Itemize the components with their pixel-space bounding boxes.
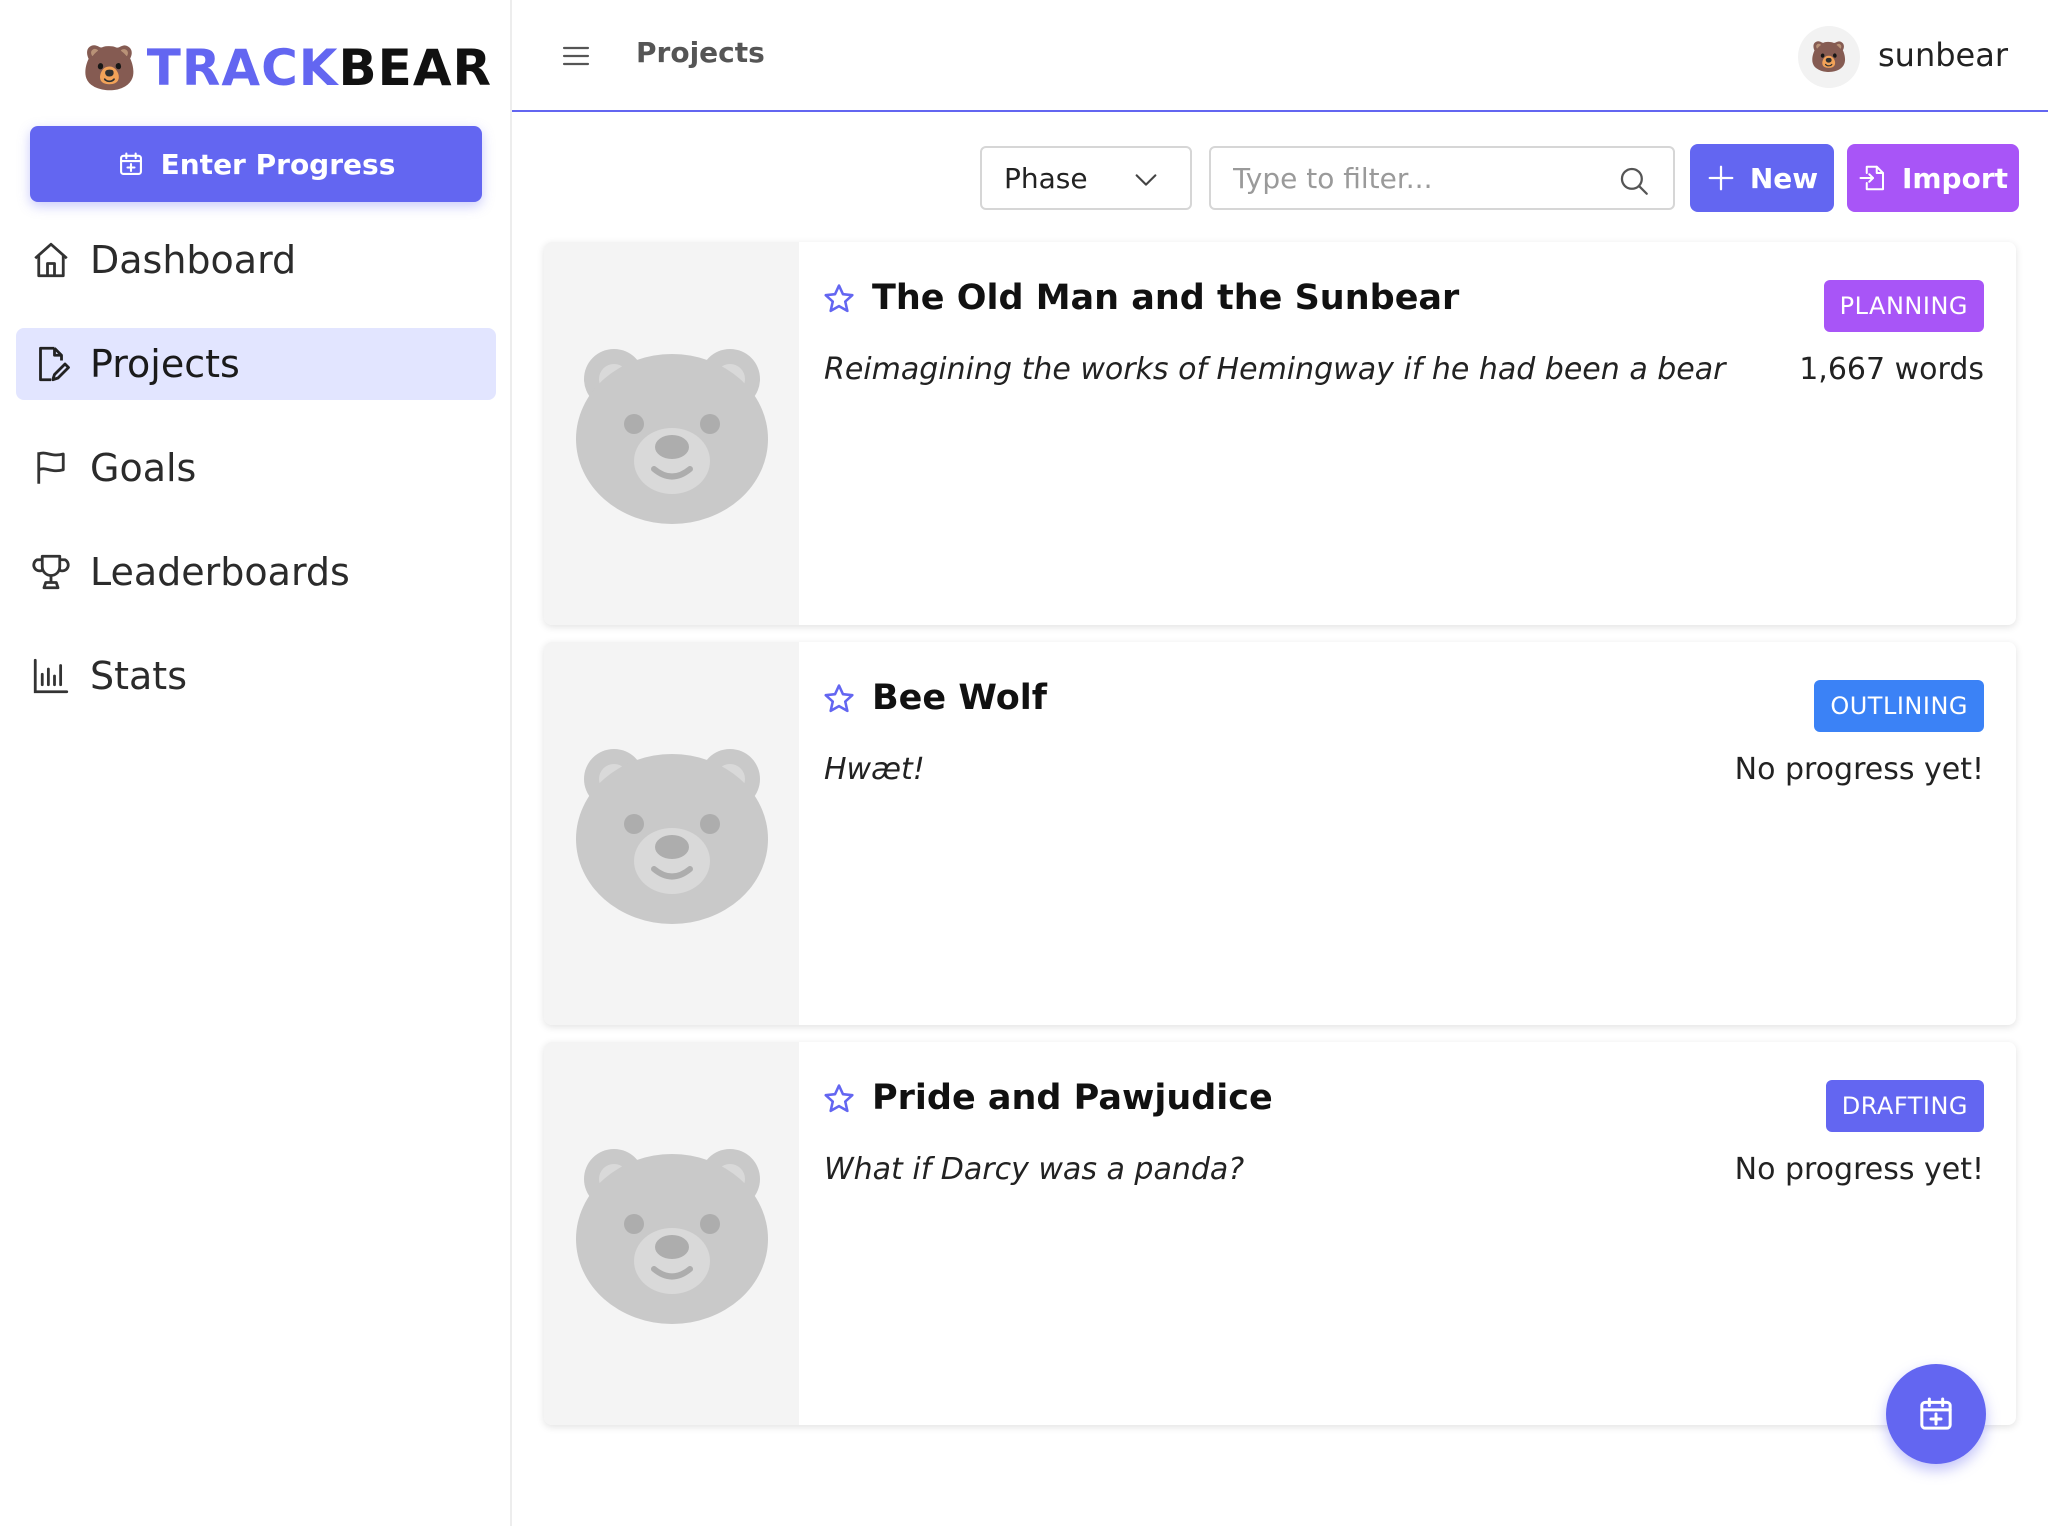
edit-document-icon [39,346,70,382]
star-icon[interactable] [822,682,856,716]
filter-input[interactable] [1233,161,1593,195]
phase-select-label: Phase [1004,161,1088,195]
bear-placeholder-icon [575,748,768,924]
bar-chart-icon [33,658,69,694]
sidebar-item-projects[interactable]: Projects [16,328,496,400]
sidebar-item-stats[interactable]: Stats [16,640,496,712]
project-progress: No progress yet! [1734,752,1984,787]
plus-icon [1708,165,1734,191]
new-project-button[interactable]: New [1690,144,1834,212]
flag-icon [37,451,65,484]
app-root: 🐻 TRACK BEAR Enter Progress Dashboard Pr… [0,0,2048,1526]
enter-progress-button[interactable]: Enter Progress [30,126,482,202]
project-cover [544,1042,799,1425]
star-icon[interactable] [822,282,856,316]
project-description: Hwæt! [824,752,925,787]
project-description: Reimagining the works of Hemingway if he… [824,352,1726,387]
phase-badge: OUTLINING [1814,680,1984,732]
sidebar-item-label: Projects [90,342,240,386]
project-cover [544,642,799,1025]
new-button-label: New [1749,161,1819,195]
home-icon [34,242,68,278]
sidebar-item-label: Stats [90,654,188,698]
star-icon[interactable] [822,1082,856,1116]
sidebar-item-goals[interactable]: Goals [16,432,496,504]
top-bar: Projects 🐻 sunbear [512,0,2048,112]
sidebar: 🐻 TRACK BEAR Enter Progress Dashboard Pr… [0,0,512,1526]
filter-field[interactable] [1209,146,1675,210]
sidebar-nav: Dashboard Projects Goals Leaderboards St… [16,224,496,744]
enter-progress-label: Enter Progress [160,147,396,181]
sidebar-item-label: Leaderboards [90,550,350,594]
import-button[interactable]: Import [1847,144,2019,212]
avatar[interactable]: 🐻 [1798,26,1860,88]
sidebar-item-label: Goals [90,446,197,490]
chevron-down-icon [1135,174,1157,186]
bear-placeholder-icon [575,1148,768,1324]
sidebar-item-dashboard[interactable]: Dashboard [16,224,496,296]
calendar-plus-icon [119,152,142,175]
project-card[interactable]: Bee Wolf OUTLINING Hwæt! No progress yet… [544,642,2016,1025]
project-title: The Old Man and the Sunbear [872,278,1460,318]
phase-badge: DRAFTING [1825,1080,1984,1132]
import-button-label: Import [1901,161,2009,195]
search-icon [1620,167,1648,195]
username[interactable]: sunbear [1878,36,2008,74]
project-title: Bee Wolf [872,678,1047,718]
project-cover [544,242,799,625]
trophy-icon [32,554,70,590]
project-description: What if Darcy was a panda? [824,1152,1245,1187]
quick-enter-progress-button[interactable] [1886,1364,1986,1464]
project-progress: 1,667 words [1799,352,1984,387]
breadcrumb[interactable]: Projects [636,36,765,69]
project-progress: No progress yet! [1734,1152,1984,1187]
project-card[interactable]: Pride and Pawjudice DRAFTING What if Dar… [544,1042,2016,1425]
calendar-plus-icon [1920,1397,1952,1430]
logo-text-bear: BEAR [338,39,493,97]
project-title: Pride and Pawjudice [872,1078,1273,1118]
bear-logo-icon: 🐻 [82,43,137,94]
logo-text-track: TRACK [146,39,339,97]
hamburger-menu-icon[interactable] [560,40,592,72]
sidebar-item-label: Dashboard [90,238,297,282]
project-card[interactable]: The Old Man and the Sunbear PLANNING Rei… [544,242,2016,625]
app-logo[interactable]: 🐻 TRACK BEAR [82,38,492,98]
sidebar-item-leaderboards[interactable]: Leaderboards [16,536,496,608]
bear-placeholder-icon [575,348,768,524]
file-import-icon [1859,165,1884,191]
phase-badge: PLANNING [1823,280,1984,332]
phase-select[interactable]: Phase [980,146,1192,210]
